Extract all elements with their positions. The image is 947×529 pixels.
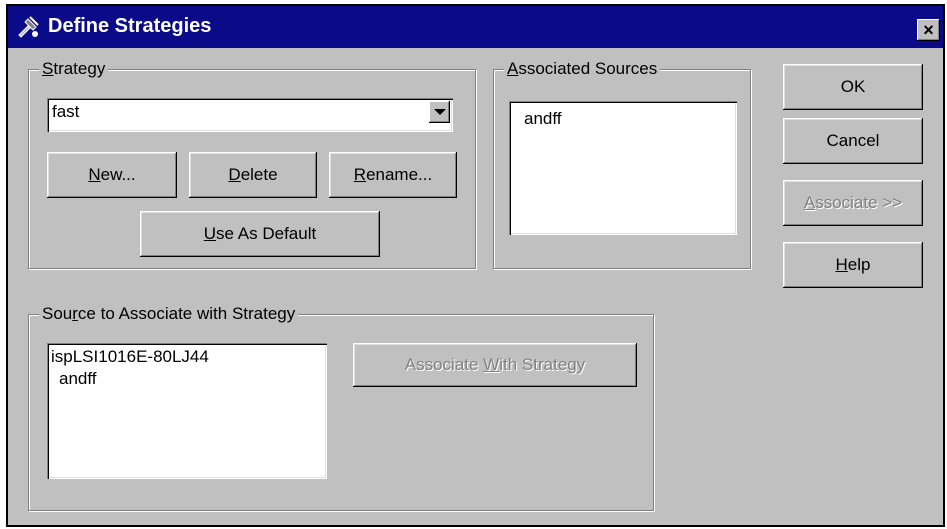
- rename-button-label: Rename...: [353, 165, 433, 184]
- associate-with-strategy-button-label: Associate With Strategy: [404, 355, 586, 374]
- ok-button-label: OK: [840, 77, 866, 96]
- chevron-down-icon[interactable]: [429, 101, 450, 123]
- list-item[interactable]: andff: [59, 369, 97, 389]
- strategy-select-value: fast: [52, 102, 80, 121]
- ok-button[interactable]: OK: [783, 64, 923, 110]
- new-button[interactable]: New...: [47, 152, 177, 198]
- help-button[interactable]: Help: [783, 242, 923, 288]
- title-bar[interactable]: Define Strategies ×: [8, 6, 943, 48]
- strategy-app-icon: [18, 16, 39, 38]
- strategy-group: Strategy fast New... Delete Rename... Us…: [28, 59, 476, 269]
- strategy-select[interactable]: fast: [47, 98, 453, 132]
- cancel-button-label: Cancel: [826, 131, 880, 150]
- delete-button[interactable]: Delete: [189, 152, 317, 198]
- rename-button[interactable]: Rename...: [329, 152, 457, 198]
- associated-sources-group-label: Associated Sources: [504, 59, 661, 79]
- associated-sources-group: Associated Sources andff: [493, 59, 751, 269]
- associate-button[interactable]: Associate >>: [783, 180, 923, 226]
- list-item[interactable]: ispLSI1016E-80LJ44: [51, 347, 209, 367]
- strategy-group-label: Strategy: [39, 59, 109, 79]
- associated-sources-list[interactable]: andff: [509, 101, 737, 235]
- delete-button-label: Delete: [228, 165, 278, 184]
- close-icon: ×: [923, 20, 934, 40]
- use-as-default-button-label: Use As Default: [203, 224, 317, 243]
- source-list[interactable]: ispLSI1016E-80LJ44 andff: [47, 343, 327, 479]
- list-item[interactable]: andff: [524, 109, 562, 129]
- help-button-label: Help: [835, 255, 871, 274]
- source-to-associate-group: Source to Associate with Strategy ispLSI…: [28, 304, 654, 511]
- close-button[interactable]: ×: [917, 19, 940, 41]
- cancel-button[interactable]: Cancel: [783, 118, 923, 164]
- dialog-title: Define Strategies: [48, 15, 212, 37]
- source-to-associate-group-label: Source to Associate with Strategy: [39, 304, 299, 324]
- define-strategies-dialog: Define Strategies × Strategy fast New...…: [6, 4, 945, 527]
- use-as-default-button[interactable]: Use As Default: [140, 211, 380, 257]
- new-button-label: New...: [88, 165, 136, 184]
- associate-button-label: Associate >>: [803, 193, 903, 212]
- associate-with-strategy-button[interactable]: Associate With Strategy: [353, 343, 637, 387]
